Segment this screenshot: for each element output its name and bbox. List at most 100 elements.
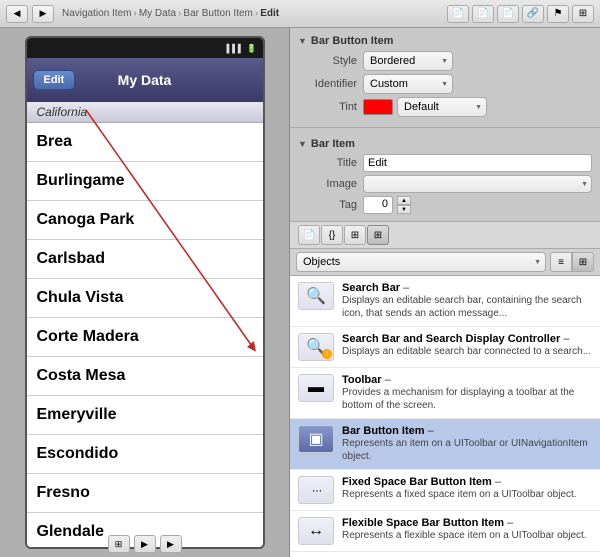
title-input[interactable]	[363, 154, 592, 172]
tag-stepper[interactable]: ▲ ▼	[397, 196, 411, 214]
bar-item-header: ▼ Bar Item	[298, 135, 592, 154]
list-item[interactable]: Carlsbad	[27, 240, 263, 279]
list-item[interactable]: Canoga Park	[27, 201, 263, 240]
breadcrumb-item-barbutton[interactable]: Bar Button Item	[183, 8, 252, 19]
bar-button-item-section: ▼ Bar Button Item Style Bordered Identif…	[290, 28, 600, 124]
doc-icon-3[interactable]: 📄	[497, 5, 519, 23]
object-item-bar-button[interactable]: ▣ Bar Button Item – Represents an item o…	[290, 419, 600, 470]
main-area: ▌▌▌ 🔋 Edit My Data California Brea Burli…	[0, 28, 600, 557]
tag-increment-btn[interactable]: ▲	[397, 196, 411, 205]
tag-control: 0 ▲ ▼	[363, 196, 592, 214]
list-item[interactable]: Fresno	[27, 474, 263, 513]
mini-toolbar-grid-btn[interactable]: ⊞	[344, 225, 366, 245]
style-control: Bordered	[363, 51, 592, 71]
view-grid-btn[interactable]: ⊞	[572, 252, 594, 272]
tag-decrement-btn[interactable]: ▼	[397, 205, 411, 214]
search-bar-display-icon: 🔍 !	[298, 333, 334, 361]
object-item-searchbar[interactable]: 🔍 Search Bar – Displays an editable sear…	[290, 276, 600, 327]
toolbar-right-icons: 📄 📄 📄 🔗 ⚑ ⊞	[447, 5, 594, 23]
disclosure-arrow-1[interactable]: ▼	[298, 36, 307, 46]
search-bar-display-name: Search Bar and Search Display Controller…	[342, 333, 591, 345]
view-list-icon: ≡	[558, 257, 564, 268]
tint-color-swatch[interactable]	[363, 99, 393, 115]
toolbar-desc: Provides a mechanism for displaying a to…	[342, 386, 592, 412]
breadcrumb-item-edit[interactable]: Edit	[260, 8, 279, 19]
doc-icon-2[interactable]: 📄	[472, 5, 494, 23]
objects-section: Objects ≡ ⊞ 🔍	[290, 249, 600, 557]
object-item-fixed-space[interactable]: · · · Fixed Space Bar Button Item – Repr…	[290, 470, 600, 511]
object-item-searchbar-display[interactable]: 🔍 ! Search Bar and Search Display Contro…	[290, 327, 600, 368]
list-item[interactable]: Escondido	[27, 435, 263, 474]
toolbar-symbol-icon: ▬	[308, 379, 324, 397]
doc-icon-1[interactable]: 📄	[447, 5, 469, 23]
back-arrow-icon: ◀	[14, 8, 21, 19]
phone-frame: ▌▌▌ 🔋 Edit My Data California Brea Burli…	[25, 36, 265, 549]
object-item-toolbar[interactable]: ▬ Toolbar – Provides a mechanism for dis…	[290, 368, 600, 419]
title-label: Title	[298, 157, 363, 169]
breadcrumb-item-navigation[interactable]: Navigation Item	[62, 8, 131, 19]
flag-icon[interactable]: ⚑	[547, 5, 569, 23]
phone-status-bar: ▌▌▌ 🔋	[27, 38, 263, 58]
title-control	[363, 154, 592, 172]
object-item-flexible-space[interactable]: ↔ Flexible Space Bar Button Item – Repre…	[290, 511, 600, 552]
fixed-space-name: Fixed Space Bar Button Item –	[342, 476, 577, 488]
list-item[interactable]: Burlingame	[27, 162, 263, 201]
list-item[interactable]: Costa Mesa	[27, 357, 263, 396]
image-control	[363, 175, 592, 193]
bottom-icon-2[interactable]: ▶	[134, 535, 156, 553]
view-list-btn[interactable]: ≡	[550, 252, 572, 272]
top-toolbar: ◀ ▶ Navigation Item › My Data › Bar Butt…	[0, 0, 600, 28]
toolbar-text: Toolbar – Provides a mechanism for displ…	[342, 374, 592, 412]
search-bar-display-desc: Displays an editable search bar connecte…	[342, 345, 591, 358]
tint-row: Tint Default	[298, 97, 592, 117]
mini-toolbar-code-btn[interactable]: {}	[321, 225, 343, 245]
phone-nav-title: My Data	[118, 72, 172, 88]
grid-icon[interactable]: ⊞	[572, 5, 594, 23]
tint-dropdown[interactable]: Default	[397, 97, 487, 117]
flexible-space-name: Flexible Space Bar Button Item –	[342, 517, 587, 529]
bar-item-title: Bar Item	[311, 138, 355, 150]
object-item-tabbar[interactable]: ⊟ Tab Bar – Provides a mechanism for dis…	[290, 552, 600, 557]
image-dropdown[interactable]	[363, 175, 592, 193]
back-button[interactable]: ◀	[6, 5, 28, 23]
status-icons: ▌▌▌ 🔋	[227, 44, 257, 53]
search-bar-name: Search Bar –	[342, 282, 592, 294]
mini-toolbar-doc-btn[interactable]: 📄	[298, 225, 320, 245]
objects-dropdown[interactable]: Objects	[296, 252, 546, 272]
list-item[interactable]: Brea	[27, 123, 263, 162]
fixed-space-text: Fixed Space Bar Button Item – Represents…	[342, 476, 577, 501]
left-panel: ▌▌▌ 🔋 Edit My Data California Brea Burli…	[0, 28, 290, 557]
fixed-space-icon: · · ·	[298, 476, 334, 504]
link-icon[interactable]: 🔗	[522, 5, 544, 23]
tag-value: 0	[363, 196, 393, 214]
mini-toolbar-list-btn[interactable]: ⊞	[367, 225, 389, 245]
style-label: Style	[298, 55, 363, 67]
bottom-icon-1[interactable]: ⊞	[108, 535, 130, 553]
tint-label: Tint	[298, 101, 363, 113]
flexible-space-icon: ↔	[298, 517, 334, 545]
disclosure-arrow-2[interactable]: ▼	[298, 139, 307, 149]
tag-row: Tag 0 ▲ ▼	[298, 196, 592, 214]
bar-button-symbol-icon: ▣	[308, 429, 323, 449]
list-item[interactable]: Chula Vista	[27, 279, 263, 318]
battery-icon: 🔋	[247, 44, 257, 53]
breadcrumb-sep-3: ›	[255, 8, 258, 19]
breadcrumb-sep-1: ›	[133, 8, 136, 19]
bar-button-icon: ▣	[298, 425, 334, 453]
list-item[interactable]: Corte Madera	[27, 318, 263, 357]
fixed-space-symbol-icon: · · ·	[312, 483, 321, 497]
view-toggle: ≡ ⊞	[550, 252, 594, 272]
image-row: Image	[298, 175, 592, 193]
identifier-row: Identifier Custom	[298, 74, 592, 94]
phone-edit-button[interactable]: Edit	[33, 70, 76, 90]
bar-button-item-header: ▼ Bar Button Item	[298, 32, 592, 51]
flexible-space-text: Flexible Space Bar Button Item – Represe…	[342, 517, 587, 542]
search-bar-desc: Displays an editable search bar, contain…	[342, 294, 592, 320]
breadcrumb-item-mydata[interactable]: My Data	[139, 8, 176, 19]
style-dropdown[interactable]: Bordered	[363, 51, 453, 71]
identifier-dropdown[interactable]: Custom	[363, 74, 453, 94]
list-item[interactable]: Emeryville	[27, 396, 263, 435]
forward-button[interactable]: ▶	[32, 5, 54, 23]
bar-button-name: Bar Button Item –	[342, 425, 592, 437]
bottom-icon-3[interactable]: ▶	[160, 535, 182, 553]
